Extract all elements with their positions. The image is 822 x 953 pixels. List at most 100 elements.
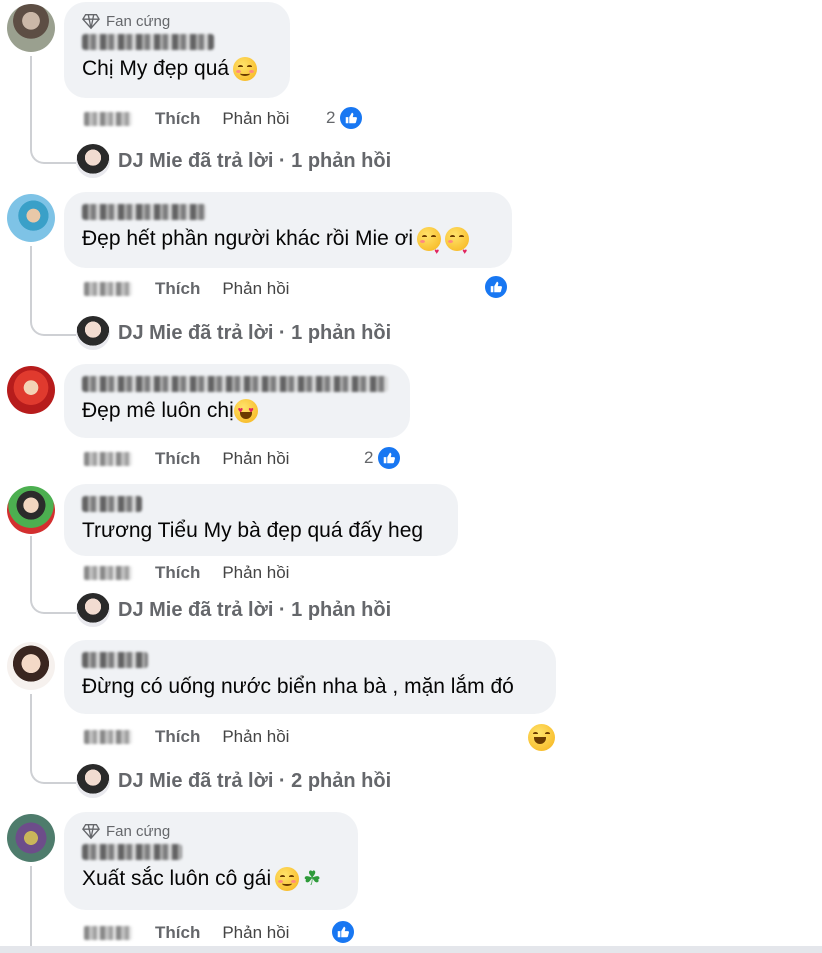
author-name-blurred[interactable]: [82, 34, 214, 50]
comment-bubble: Trương Tiểu My bà đẹp quá đấy heg: [64, 484, 458, 556]
like-reaction-icon: [483, 274, 509, 300]
like-button[interactable]: Thích: [155, 109, 200, 129]
comment-text: Trương Tiểu My bà đẹp quá đấy heg: [82, 519, 424, 542]
diamond-icon: [82, 824, 100, 840]
comment-text-row: Đẹp hết phần người khác rồi Mie ơi ♥ ♥: [82, 226, 494, 256]
kissing-face-icon: ♥: [417, 227, 442, 256]
badge-label: Fan cứng: [106, 12, 171, 30]
reaction-count: 2: [364, 448, 374, 467]
reply-button[interactable]: Phản hồi: [222, 923, 289, 943]
smiling-face-icon: [275, 867, 300, 891]
author-name-blurred[interactable]: [82, 204, 206, 220]
reply-button[interactable]: Phản hồi: [222, 727, 289, 747]
comment-bubble: Đẹp mê luôn chị ♥ ♥: [64, 364, 410, 438]
reply-button[interactable]: Phản hồi: [222, 449, 289, 469]
avatar[interactable]: [7, 366, 55, 414]
reply-button[interactable]: Phản hồi: [222, 563, 289, 583]
reply-avatar: [76, 593, 110, 627]
thread-line: [30, 866, 32, 946]
like-button[interactable]: Thích: [155, 279, 200, 299]
timestamp-blurred[interactable]: [84, 452, 132, 466]
author-name-blurred[interactable]: [82, 376, 388, 392]
thread-line: [30, 536, 32, 596]
thread-line: [30, 694, 32, 764]
reply-avatar: [76, 316, 110, 350]
thread-line: [30, 246, 32, 318]
author-name-blurred[interactable]: [82, 496, 142, 512]
avatar[interactable]: [7, 194, 55, 242]
comment-actions: Thích Phản hồi: [84, 726, 311, 748]
comment-text-row: Xuất sắc luôn cô gái ☘: [82, 866, 340, 892]
kissing-face-icon: ♥: [445, 227, 470, 256]
like-reaction-icon: [330, 919, 356, 945]
comment-bubble: Fan cứng Chị My đẹp quá: [64, 2, 290, 98]
like-reaction-icon: [376, 445, 403, 471]
timestamp-blurred[interactable]: [84, 282, 132, 296]
reaction-summary[interactable]: 2: [326, 105, 365, 131]
laughing-face-icon: [528, 724, 555, 751]
comment-text-row: Đẹp mê luôn chị ♥ ♥: [82, 398, 392, 424]
like-button[interactable]: Thích: [155, 449, 200, 469]
comment-actions: Thích Phản hồi: [84, 448, 311, 470]
timestamp-blurred[interactable]: [84, 112, 132, 126]
reaction-summary[interactable]: [330, 919, 356, 945]
thread-connector: [30, 592, 76, 614]
author-name-blurred[interactable]: [82, 844, 182, 860]
comment-text: Đẹp hết phần người khác rồi Mie ơi: [82, 227, 414, 250]
clover-icon: ☘: [303, 868, 322, 890]
comment-bubble: Đẹp hết phần người khác rồi Mie ơi ♥ ♥: [64, 192, 512, 268]
like-reaction-icon: [338, 105, 365, 131]
thread-connector: [30, 314, 76, 336]
diamond-icon: [82, 14, 100, 30]
view-replies-link[interactable]: DJ Mie đã trả lời · 2 phản hồi: [76, 763, 391, 799]
comment-text-row: Trương Tiểu My bà đẹp quá đấy heg: [82, 518, 440, 544]
badge-label: Fan cứng: [106, 822, 171, 840]
reply-summary: DJ Mie đã trả lời · 1 phản hồi: [118, 598, 392, 621]
fan-badge: Fan cứng: [82, 12, 272, 30]
reaction-count: 2: [326, 108, 336, 127]
bottom-divider: [0, 946, 822, 953]
like-button[interactable]: Thích: [155, 727, 200, 747]
like-button[interactable]: Thích: [155, 923, 200, 943]
like-button[interactable]: Thích: [155, 563, 200, 583]
reply-avatar: [76, 144, 110, 178]
fan-badge: Fan cứng: [82, 822, 340, 840]
avatar[interactable]: [7, 642, 55, 690]
reply-button[interactable]: Phản hồi: [222, 109, 289, 129]
reaction-summary[interactable]: [528, 724, 555, 751]
avatar[interactable]: [7, 814, 55, 862]
reply-summary: DJ Mie đã trả lời · 1 phản hồi: [118, 149, 392, 172]
comment-bubble: Fan cứng Xuất sắc luôn cô gái ☘: [64, 812, 358, 910]
comment-actions: Thích Phản hồi: [84, 922, 311, 944]
reaction-summary[interactable]: [483, 274, 509, 300]
timestamp-blurred[interactable]: [84, 566, 132, 580]
thread-line: [30, 56, 32, 146]
timestamp-blurred[interactable]: [84, 926, 132, 940]
comment-actions: Thích Phản hồi: [84, 108, 311, 130]
author-name-blurred[interactable]: [82, 652, 148, 668]
comment-actions: Thích Phản hồi: [84, 562, 311, 584]
avatar[interactable]: [7, 486, 55, 534]
reply-summary: DJ Mie đã trả lời · 2 phản hồi: [118, 769, 392, 792]
heart-eyes-icon: ♥ ♥: [233, 399, 258, 423]
reply-button[interactable]: Phản hồi: [222, 279, 289, 299]
comment-text: Xuất sắc luôn cô gái: [82, 867, 272, 890]
comment-text: Đẹp mê luôn chị: [82, 399, 234, 422]
comment-bubble: Đừng có uống nước biển nha bà , mặn lắm …: [64, 640, 556, 714]
smiling-face-icon: [233, 57, 258, 81]
view-replies-link[interactable]: DJ Mie đã trả lời · 1 phản hồi: [76, 592, 391, 628]
view-replies-link[interactable]: DJ Mie đã trả lời · 1 phản hồi: [76, 143, 391, 179]
reply-summary: DJ Mie đã trả lời · 1 phản hồi: [118, 321, 392, 344]
timestamp-blurred[interactable]: [84, 730, 132, 744]
thread-connector: [30, 762, 76, 784]
comment-text-row: Đừng có uống nước biển nha bà , mặn lắm …: [82, 674, 538, 700]
reply-avatar: [76, 764, 110, 798]
comment-text: Đừng có uống nước biển nha bà , mặn lắm …: [82, 675, 514, 698]
thread-connector: [30, 142, 76, 164]
avatar[interactable]: [7, 4, 55, 52]
reaction-summary[interactable]: 2: [364, 445, 403, 471]
view-replies-link[interactable]: DJ Mie đã trả lời · 1 phản hồi: [76, 315, 391, 351]
comment-text-row: Chị My đẹp quá: [82, 56, 272, 82]
comment-text: Chị My đẹp quá: [82, 57, 230, 80]
comment-actions: Thích Phản hồi: [84, 278, 311, 300]
